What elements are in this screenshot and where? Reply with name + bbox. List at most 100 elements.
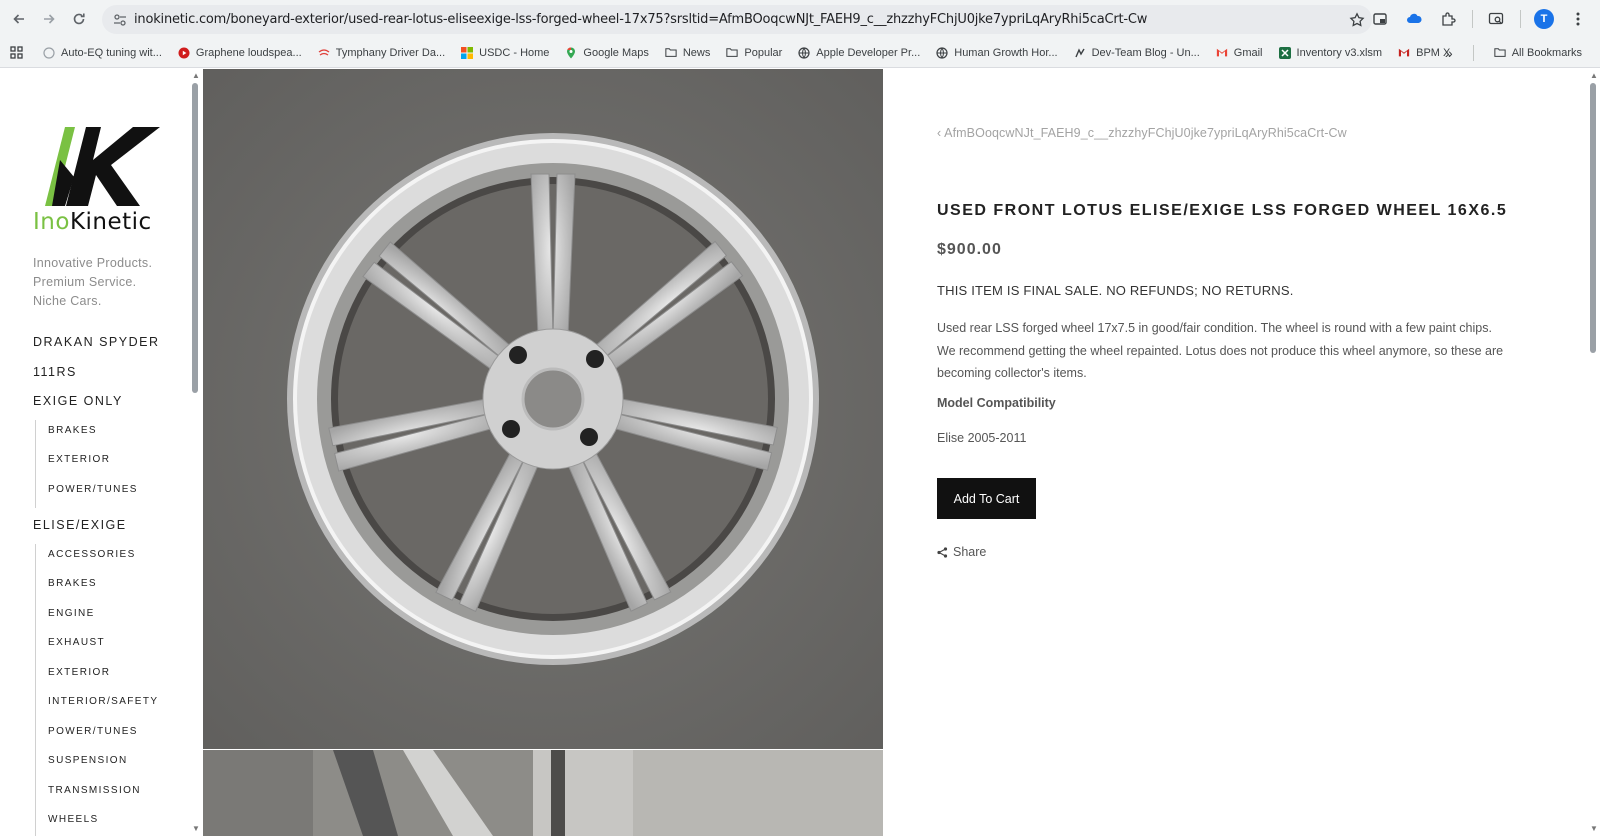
nav-exige-only[interactable]: EXIGE ONLY [33, 390, 193, 420]
nav-sub-exhaust[interactable]: EXHAUST [48, 632, 193, 662]
bookmark-label: Dev-Team Blog - Un... [1091, 46, 1200, 59]
product-description: Used rear LSS forged wheel 17x7.5 in goo… [937, 321, 1504, 380]
logo-wordmark: InoKinetic [33, 209, 152, 235]
nav-sub-exterior[interactable]: EXTERIOR [48, 662, 193, 692]
bookmark-label: Google Maps [583, 46, 649, 59]
cloud-icon[interactable] [1400, 5, 1428, 33]
site-info-icon[interactable] [106, 13, 134, 27]
globe-icon [798, 46, 810, 59]
site-logo[interactable]: InoKinetic [33, 127, 168, 238]
profile-initial: T [1534, 9, 1554, 29]
nav-111rs[interactable]: 111RS [33, 361, 193, 391]
bookmark-item[interactable]: Google Maps [557, 47, 656, 59]
excel-icon [1278, 46, 1291, 59]
nav-elise-exige[interactable]: ELISE/EXIGE [33, 514, 193, 544]
all-bookmarks-label: All Bookmarks [1511, 47, 1582, 59]
scroll-down-arrow-icon[interactable]: ▼ [192, 824, 200, 833]
scroll-up-arrow-icon[interactable]: ▲ [192, 71, 200, 80]
nav-sub-engine[interactable]: ENGINE [48, 603, 193, 633]
bookmark-label: Human Growth Hor... [954, 46, 1058, 59]
windows-icon [461, 46, 474, 59]
bookmark-label: Auto-EQ tuning wit... [61, 46, 162, 59]
bookmark-item[interactable]: Gmail [1208, 47, 1271, 59]
category-nav: DRAKAN SPYDER 111RS EXIGE ONLY BRAKES EX… [33, 331, 193, 836]
tab-search-icon[interactable] [1482, 5, 1510, 33]
product-image-secondary[interactable] [203, 750, 883, 836]
bookmark-item[interactable]: USDC - Home [453, 46, 557, 59]
reload-icon[interactable] [64, 4, 94, 34]
page-scroll-up-arrow-icon[interactable]: ▲ [1590, 71, 1598, 80]
share-icon [937, 546, 948, 558]
bpm-icon [1398, 47, 1410, 59]
bookmark-label: Gmail [1233, 46, 1263, 59]
apps-grid-icon[interactable] [8, 46, 35, 59]
nav-subgroup-elise-exige: ACCESSORIES BRAKES ENGINE EXHAUST EXTERI… [35, 543, 193, 836]
tymphany-icon [318, 47, 330, 59]
web-page: ▲ ▼ InoKinetic Innovative Products. Prem… [0, 69, 1600, 836]
add-to-cart-button[interactable]: Add To Cart [937, 478, 1036, 519]
tagline-line: Niche Cars. [33, 294, 102, 308]
bookmark-item[interactable]: Inventory v3.xlsm [1271, 46, 1391, 59]
maps-icon [565, 47, 577, 59]
bookmark-item[interactable]: Dev-Team Blog - Un... [1066, 47, 1208, 59]
toolbar-divider [1468, 5, 1476, 33]
toolbar-divider [1516, 5, 1524, 33]
tagline-line: Premium Service. [33, 275, 137, 289]
globe-icon [43, 46, 55, 59]
nav-sub-brakes[interactable]: BRAKES [48, 420, 193, 450]
menu-dots-icon[interactable] [1564, 5, 1592, 33]
bookmark-item[interactable]: Human Growth Hor... [928, 47, 1065, 59]
bookmark-item[interactable]: Tymphany Driver Da... [310, 47, 453, 59]
wheel-detail-photo [203, 750, 883, 836]
nav-sub-interior-safety[interactable]: INTERIOR/SAFETY [48, 691, 193, 721]
compatibility-heading: Model Compatibility [937, 396, 1056, 410]
bookmark-item[interactable]: Graphene loudspea... [170, 47, 310, 59]
wheel-photo [203, 69, 883, 749]
nav-sub-brakes[interactable]: BRAKES [48, 573, 193, 603]
nav-sub-suspension[interactable]: SUSPENSION [48, 750, 193, 780]
url-text[interactable]: inokinetic.com/boneyard-exterior/used-re… [134, 12, 1342, 27]
bookmark-label: Popular [744, 46, 783, 59]
back-arrow-icon[interactable] [4, 4, 34, 34]
extension-icon[interactable] [1366, 5, 1394, 33]
nav-sub-accessories[interactable]: ACCESSORIES [48, 544, 193, 574]
product-image-main[interactable] [203, 69, 883, 749]
all-bookmarks-folder[interactable]: All Bookmarks [1486, 47, 1590, 59]
nav-sub-transmission[interactable]: TRANSMISSION [48, 780, 193, 810]
product-price: $900.00 [937, 241, 1002, 258]
nav-subgroup-exige-only: BRAKES EXTERIOR POWER/TUNES [35, 419, 193, 509]
puzzle-icon[interactable] [1434, 5, 1462, 33]
bookmark-label: News [682, 46, 711, 59]
share-link[interactable]: Share [937, 545, 986, 559]
page-scroll-down-arrow-icon[interactable]: ▼ [1590, 824, 1598, 833]
page-scrollbar[interactable] [1590, 83, 1596, 353]
forward-arrow-icon[interactable] [34, 4, 64, 34]
bookmark-label: USDC - Home [479, 46, 550, 59]
bookmark-label: Graphene loudspea... [195, 46, 302, 59]
nav-drakan-spyder[interactable]: DRAKAN SPYDER [33, 331, 193, 361]
nav-sub-power-tunes[interactable]: POWER/TUNES [48, 721, 193, 751]
folder-icon [726, 47, 739, 59]
bookmark-folder[interactable]: News [657, 47, 719, 59]
nav-sub-exterior[interactable]: EXTERIOR [48, 449, 193, 479]
profile-avatar[interactable]: T [1530, 5, 1558, 33]
compatibility-value: Elise 2005-2011 [937, 431, 1027, 445]
address-bar[interactable]: inokinetic.com/boneyard-exterior/used-re… [102, 5, 1372, 34]
share-label: Share [953, 545, 987, 559]
bookmarks-divider [1472, 45, 1474, 61]
breadcrumb[interactable]: ‹ AfmBOoqcwNJt_FAEH9_c__zhzzhyFChjU0jke7… [937, 126, 1347, 140]
blog-icon [1074, 47, 1086, 59]
folder-icon [1494, 47, 1506, 59]
browser-toolbar: inokinetic.com/boneyard-exterior/used-re… [0, 0, 1600, 38]
final-sale-notice: THIS ITEM IS FINAL SALE. NO REFUNDS; NO … [937, 283, 1294, 298]
youtube-icon [178, 47, 190, 59]
sidebar: ▲ ▼ InoKinetic Innovative Products. Prem… [0, 69, 202, 836]
bookmark-label: Apple Developer Pr... [816, 46, 921, 59]
more-bookmarks-chevron-icon[interactable]: » [1437, 45, 1461, 61]
bookmark-folder[interactable]: Popular [718, 47, 790, 59]
bookmark-item[interactable]: Apple Developer Pr... [790, 47, 928, 59]
nav-sub-power-tunes[interactable]: POWER/TUNES [48, 479, 193, 509]
nav-sub-wheels[interactable]: WHEELS [48, 809, 193, 836]
bookmark-item[interactable]: Auto-EQ tuning wit... [35, 47, 170, 59]
globe-icon [936, 46, 948, 59]
